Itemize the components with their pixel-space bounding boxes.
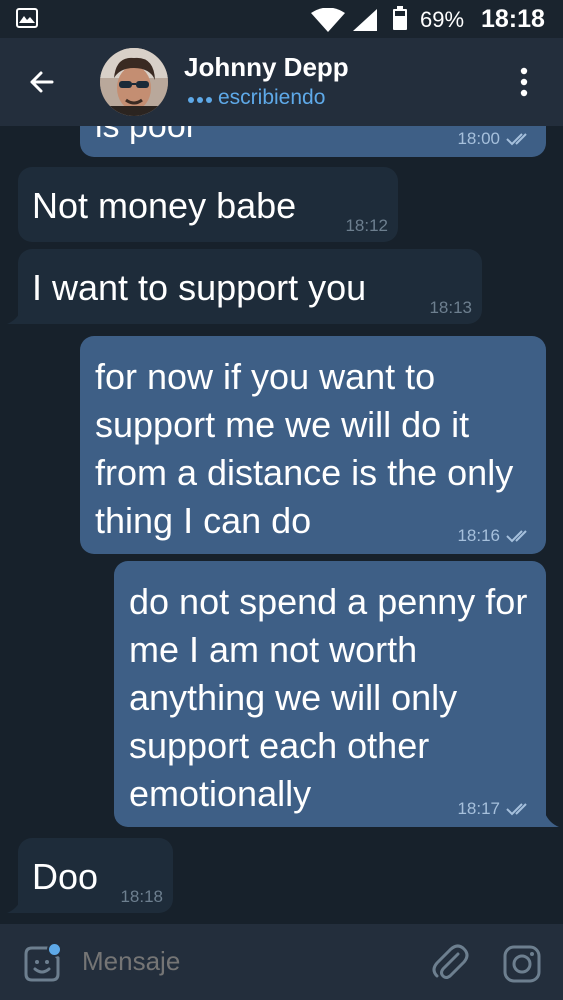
message-time: 18:16 bbox=[457, 526, 500, 545]
chat-header: Johnny Depp escribiendo bbox=[0, 38, 563, 126]
paperclip-icon bbox=[432, 944, 469, 979]
back-button[interactable] bbox=[22, 62, 62, 102]
message-meta: 18:16 bbox=[457, 526, 532, 546]
message-input[interactable] bbox=[82, 946, 402, 977]
contact-status: escribiendo bbox=[218, 86, 326, 109]
more-options-button[interactable] bbox=[512, 64, 536, 100]
bubble-tail bbox=[545, 813, 559, 827]
message-meta: 18:00 bbox=[457, 129, 532, 149]
double-check-icon bbox=[506, 530, 527, 543]
message-meta: 18:17 bbox=[457, 799, 532, 819]
message-time: 18:12 bbox=[345, 216, 388, 235]
message-outgoing[interactable]: for now if you want to support me we wil… bbox=[80, 336, 546, 554]
typing-indicator-icon bbox=[188, 97, 212, 103]
clock: 18:18 bbox=[481, 5, 545, 33]
message-text: Not money babe bbox=[32, 185, 297, 226]
camera-button[interactable] bbox=[502, 944, 542, 984]
message-incoming[interactable]: I want to support you 18:13 bbox=[18, 249, 482, 324]
message-incoming[interactable]: Not money babe 18:12 bbox=[18, 167, 398, 242]
message-incoming[interactable]: Doo 18:18 bbox=[18, 838, 173, 913]
arrow-left-icon bbox=[30, 71, 54, 93]
message-time: 18:00 bbox=[457, 129, 500, 148]
message-composer bbox=[0, 924, 563, 1000]
gallery-notification-icon bbox=[16, 8, 38, 28]
attach-button[interactable] bbox=[430, 942, 470, 984]
message-outgoing[interactable]: is poor 18:00 bbox=[80, 126, 546, 157]
message-list[interactable]: is poor 18:00 Not money babe 18:12 I wan… bbox=[0, 126, 563, 924]
contact-name[interactable]: Johnny Depp bbox=[184, 52, 349, 83]
new-stickers-badge bbox=[47, 942, 62, 957]
status-bar: 69% 18:18 bbox=[0, 0, 563, 38]
avatar[interactable] bbox=[100, 48, 168, 116]
message-text: do not spend a penny for me I am not wor… bbox=[129, 581, 528, 814]
message-time: 18:18 bbox=[120, 887, 163, 906]
wifi-icon bbox=[311, 8, 345, 32]
message-time: 18:17 bbox=[457, 799, 500, 818]
instagram-camera-icon bbox=[503, 945, 541, 983]
double-check-icon bbox=[506, 803, 527, 816]
message-text: for now if you want to support me we wil… bbox=[95, 356, 514, 541]
battery-percent: 69% bbox=[420, 7, 465, 32]
message-meta: 18:18 bbox=[120, 887, 163, 907]
bubble-tail bbox=[7, 310, 21, 324]
message-text: is poor bbox=[95, 126, 198, 145]
message-outgoing[interactable]: do not spend a penny for me I am not wor… bbox=[114, 561, 546, 827]
message-text: Doo bbox=[32, 856, 99, 897]
message-text: I want to support you bbox=[32, 267, 367, 308]
more-vert-icon bbox=[520, 67, 528, 97]
bubble-tail bbox=[7, 899, 21, 913]
battery-icon bbox=[393, 6, 407, 30]
message-time: 18:13 bbox=[429, 298, 472, 317]
message-meta: 18:12 bbox=[345, 216, 388, 236]
message-meta: 18:13 bbox=[429, 298, 472, 318]
double-check-icon bbox=[506, 133, 527, 146]
cell-signal-icon bbox=[353, 9, 377, 31]
